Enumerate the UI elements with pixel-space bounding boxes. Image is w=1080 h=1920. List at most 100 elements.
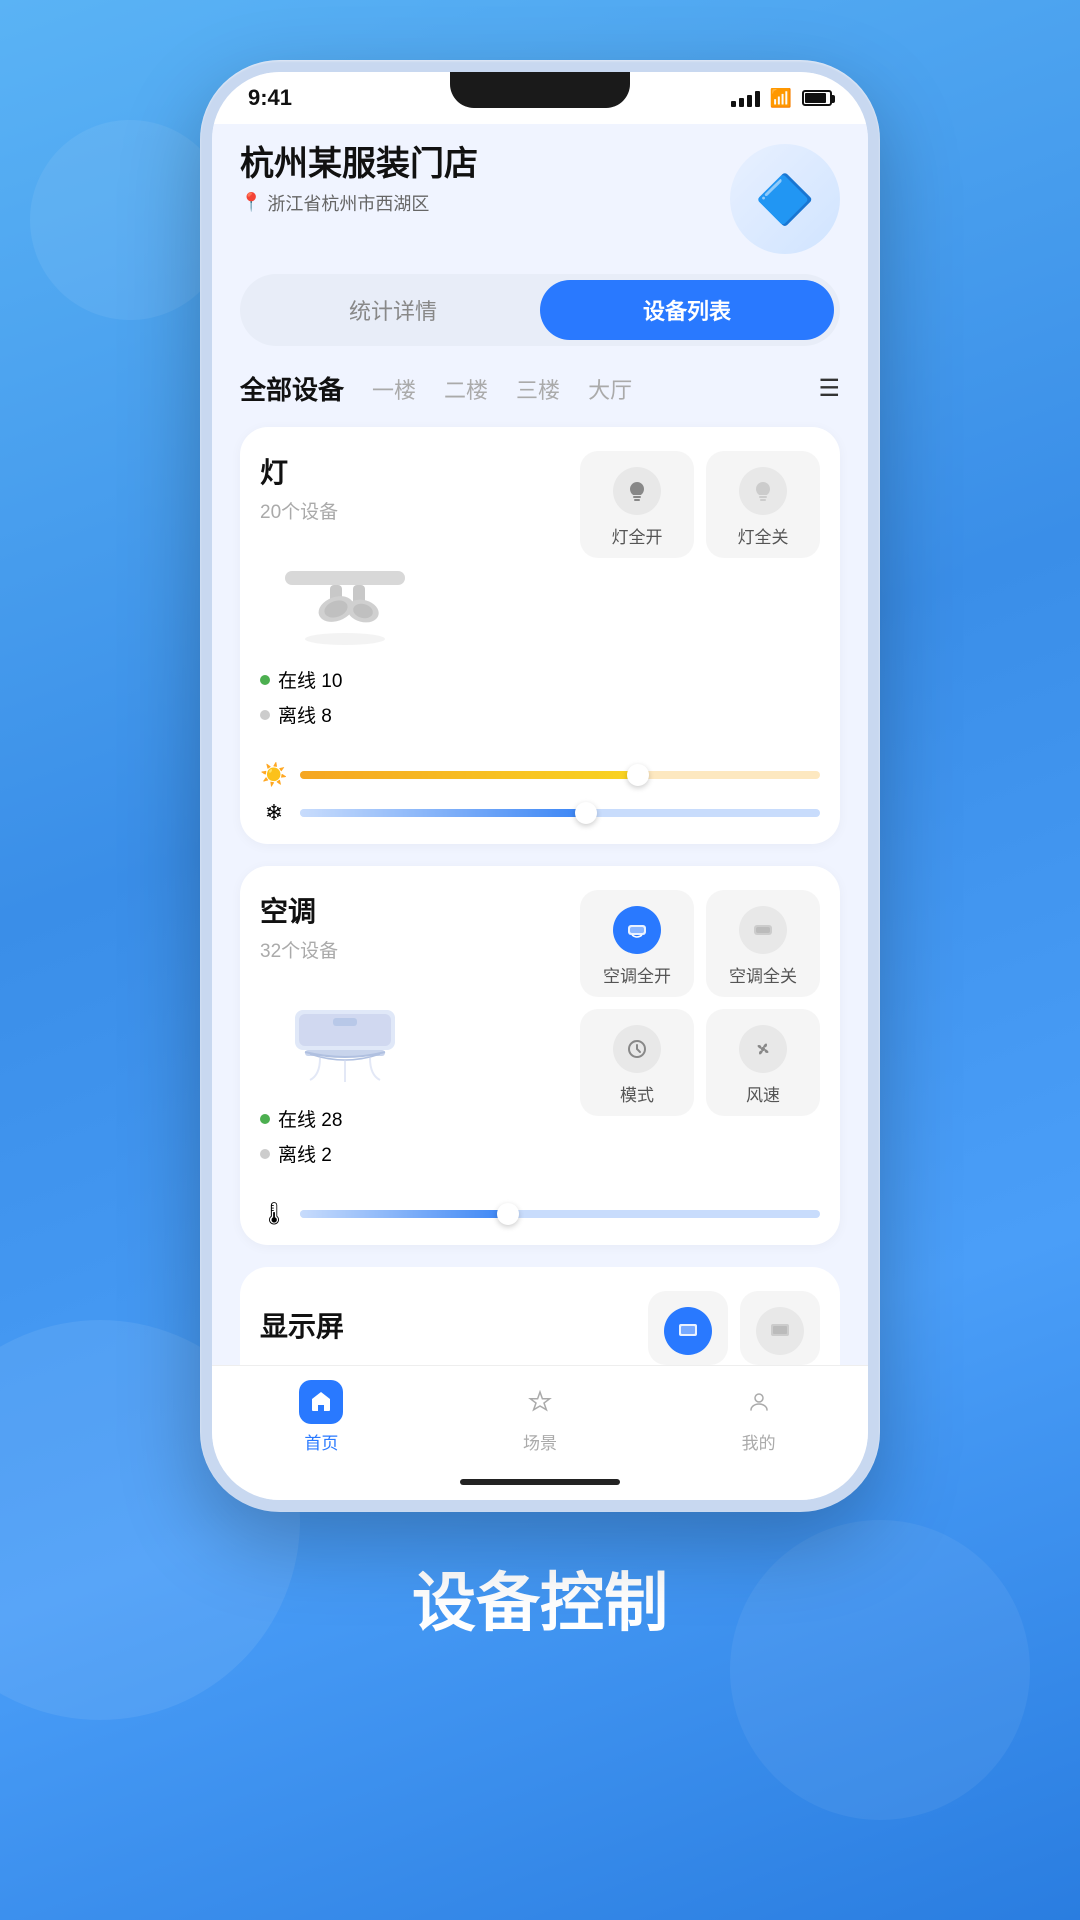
ac-control-buttons: 空调全开 空调全关 — [580, 890, 820, 997]
app-content: 杭州某服装门店 📍 浙江省杭州市西湖区 🔷 统计详情 设备列表 全部设备 一楼 — [212, 124, 868, 1365]
location-pin-icon: 📍 — [240, 192, 262, 213]
ac-on-label: 空调全开 — [603, 962, 671, 987]
light-on-icon — [613, 467, 661, 515]
battery-icon — [802, 90, 832, 106]
display-off-btn[interactable] — [740, 1291, 820, 1365]
light-warm-slider: ☀️ — [260, 762, 820, 788]
ac-off-icon — [739, 906, 787, 954]
floor-filter: 全部设备 一楼 二楼 三楼 大厅 ☰ — [240, 370, 840, 407]
online-label: 在线 10 — [278, 666, 342, 693]
profile-icon — [737, 1380, 781, 1424]
page-title-section: 设备控制 — [412, 1552, 668, 1644]
light-off-label: 灯全关 — [738, 523, 789, 548]
light-all-on-btn[interactable]: 灯全开 — [580, 451, 694, 558]
ac-online-label: 在线 28 — [278, 1105, 342, 1132]
light-slider-area: ☀️ ❄ — [240, 748, 840, 844]
light-card-left: 灯 20个设备 — [260, 451, 580, 728]
ac-mode-label: 模式 — [620, 1081, 654, 1106]
ac-temp-slider: 🌡 — [260, 1201, 820, 1227]
floor-lobby[interactable]: 大厅 — [588, 373, 632, 405]
tab-stats[interactable]: 统计详情 — [246, 280, 540, 340]
floor-menu-icon[interactable]: ☰ — [818, 374, 840, 403]
nav-scene[interactable]: 场景 — [518, 1380, 562, 1454]
ac-offline-label: 离线 2 — [278, 1140, 332, 1167]
ac-device-card: 空调 32个设备 — [240, 866, 840, 1245]
location-text: 浙江省杭州市西湖区 — [267, 190, 429, 216]
online-dot — [260, 675, 270, 685]
store-info: 杭州某服装门店 📍 浙江省杭州市西湖区 — [240, 144, 478, 216]
light-off-icon — [739, 467, 787, 515]
warm-track[interactable] — [300, 771, 820, 779]
phone-screen: 9:41 📶 杭州某服装门店 — [212, 72, 868, 1500]
display-device-card: 显示屏 — [240, 1267, 840, 1365]
status-time: 9:41 — [248, 85, 292, 111]
ac-offline-status: 离线 2 — [260, 1140, 570, 1167]
bottom-nav: 首页 场景 我的 — [212, 1365, 868, 1464]
light-offline-status: 离线 8 — [260, 701, 570, 728]
page-main-title: 设备控制 — [412, 1567, 668, 1639]
light-device-image — [260, 546, 430, 656]
signal-icon — [731, 89, 760, 107]
floor-3[interactable]: 三楼 — [516, 373, 560, 405]
ac-online-dot — [260, 1114, 270, 1124]
light-card-right: 灯全开 灯全关 — [580, 451, 820, 728]
light-control-buttons: 灯全开 灯全关 — [580, 451, 820, 558]
wifi-icon: 📶 — [770, 88, 792, 109]
light-online-status: 在线 10 — [260, 666, 570, 693]
cool-track[interactable] — [300, 809, 820, 817]
ac-offline-dot — [260, 1149, 270, 1159]
light-device-name: 灯 — [260, 451, 570, 491]
display-device-name: 显示屏 — [260, 1305, 638, 1345]
tab-device-list[interactable]: 设备列表 — [540, 280, 834, 340]
light-card-main: 灯 20个设备 — [240, 427, 840, 748]
offline-label: 离线 8 — [278, 701, 332, 728]
ac-on-icon — [613, 906, 661, 954]
ac-mode-btn[interactable]: 模式 — [580, 1009, 694, 1116]
ac-card-left: 空调 32个设备 — [260, 890, 580, 1167]
floor-all[interactable]: 全部设备 — [240, 370, 344, 407]
ac-mode-icon — [613, 1025, 661, 1073]
display-on-icon — [664, 1307, 712, 1355]
ac-all-on-btn[interactable]: 空调全开 — [580, 890, 694, 997]
temp-track[interactable] — [300, 1210, 820, 1218]
floor-1[interactable]: 一楼 — [372, 373, 416, 405]
offline-dot — [260, 710, 270, 720]
ac-device-count: 32个设备 — [260, 936, 570, 963]
scene-icon — [518, 1380, 562, 1424]
status-icons: 📶 — [731, 88, 832, 109]
nav-profile[interactable]: 我的 — [737, 1380, 781, 1454]
ac-fan-btn[interactable]: 风速 — [706, 1009, 820, 1116]
store-name: 杭州某服装门店 — [240, 144, 478, 185]
nav-home-label: 首页 — [304, 1429, 338, 1454]
ac-extra-controls: 模式 — [580, 1009, 820, 1116]
ac-card-main: 空调 32个设备 — [240, 866, 840, 1187]
home-icon — [299, 1380, 343, 1424]
ac-card-right: 空调全开 空调全关 — [580, 890, 820, 1167]
ac-device-image — [260, 985, 430, 1095]
light-on-label: 灯全开 — [612, 523, 663, 548]
cool-icon: ❄ — [260, 800, 288, 826]
notch — [450, 72, 630, 108]
light-device-count: 20个设备 — [260, 497, 570, 524]
display-card-left: 显示屏 — [260, 1305, 648, 1351]
display-on-btn[interactable] — [648, 1291, 728, 1365]
light-device-card: 灯 20个设备 — [240, 427, 840, 844]
ac-status-row: 在线 28 离线 2 — [260, 1105, 570, 1167]
nav-home[interactable]: 首页 — [299, 1380, 343, 1454]
phone-mockup: 9:41 📶 杭州某服装门店 — [200, 60, 880, 1512]
nav-profile-label: 我的 — [742, 1429, 776, 1454]
ac-fan-label: 风速 — [746, 1081, 780, 1106]
light-status-row: 在线 10 离线 8 — [260, 666, 570, 728]
status-bar: 9:41 📶 — [212, 72, 868, 124]
floor-2[interactable]: 二楼 — [444, 373, 488, 405]
warm-icon: ☀️ — [260, 762, 288, 788]
ac-all-off-btn[interactable]: 空调全关 — [706, 890, 820, 997]
nav-scene-label: 场景 — [523, 1429, 557, 1454]
tab-switcher: 统计详情 设备列表 — [240, 274, 840, 346]
ac-slider-area: 🌡 — [240, 1187, 840, 1245]
home-indicator — [212, 1464, 868, 1500]
light-all-off-btn[interactable]: 灯全关 — [706, 451, 820, 558]
ac-off-label: 空调全关 — [729, 962, 797, 987]
ac-device-name: 空调 — [260, 890, 570, 930]
display-controls — [648, 1291, 820, 1365]
